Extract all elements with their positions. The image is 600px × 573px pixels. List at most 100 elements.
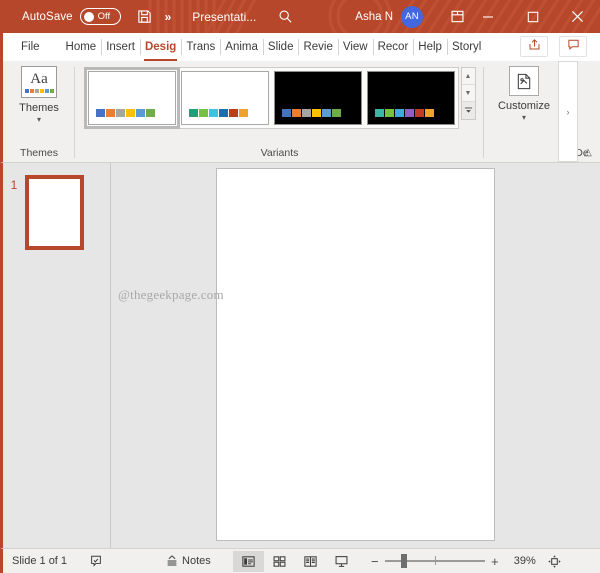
tab-help-label: Help bbox=[418, 41, 442, 53]
powerpoint-window: AutoSave Off » Presentati... Asha N AN F… bbox=[0, 0, 600, 573]
variants-group-label: Variants bbox=[260, 147, 299, 159]
zoom-in-icon[interactable]: + bbox=[487, 555, 503, 568]
customize-button[interactable]: Customize ▾ bbox=[484, 61, 564, 122]
themes-group-body: Aa Themes ▾ bbox=[3, 61, 75, 144]
variants-group-body: ▲ ▼ bbox=[75, 61, 484, 144]
title-bar: AutoSave Off » Presentati... Asha N AN bbox=[0, 0, 600, 33]
tab-storyline-label: Storyl bbox=[451, 41, 482, 53]
tab-view-label: View bbox=[342, 41, 368, 53]
autosave-toggle[interactable]: Off bbox=[79, 8, 121, 25]
user-name[interactable]: Asha N bbox=[355, 11, 393, 23]
ribbon-group-themes: Aa Themes ▾ Themes bbox=[3, 61, 75, 162]
zoom-handle[interactable] bbox=[400, 554, 407, 568]
ribbon-tabs: File Home Insert Desig Trans Anima Slide… bbox=[0, 33, 600, 61]
maximize-icon[interactable] bbox=[510, 0, 555, 33]
ribbon-group-customize: Customize ▾ bbox=[484, 61, 564, 162]
tab-slideshow[interactable]: Slide bbox=[262, 33, 299, 61]
tab-insert[interactable]: Insert bbox=[101, 33, 140, 61]
ribbon: Aa Themes ▾ Themes ▲ ▼ Variants Customiz… bbox=[0, 61, 600, 163]
variant-3-swatches bbox=[281, 109, 341, 117]
reading-view-icon[interactable] bbox=[295, 551, 326, 572]
slide-canvas[interactable] bbox=[216, 167, 495, 541]
tab-home-label: Home bbox=[65, 41, 97, 53]
more-commands-icon[interactable]: » bbox=[165, 11, 172, 23]
tab-design-label: Desig bbox=[144, 41, 177, 53]
slide-thumbnail-pane[interactable]: 1 bbox=[3, 163, 111, 548]
window-controls bbox=[465, 0, 600, 33]
close-icon[interactable] bbox=[555, 0, 600, 33]
zoom-track[interactable] bbox=[384, 554, 485, 568]
tab-animations-label: Anima bbox=[225, 41, 258, 53]
tab-transitions[interactable]: Trans bbox=[181, 33, 220, 61]
tab-design[interactable]: Desig bbox=[139, 33, 181, 61]
notes-icon bbox=[165, 554, 179, 568]
autosave-knob bbox=[83, 11, 94, 22]
search-icon[interactable] bbox=[278, 9, 293, 24]
tab-animations[interactable]: Anima bbox=[220, 33, 263, 61]
slide-canvas-area[interactable]: @thegeekpage.com bbox=[111, 163, 600, 548]
zoom-slider[interactable]: − + bbox=[367, 554, 503, 568]
themes-button-label: Themes bbox=[19, 102, 59, 114]
tab-record-label: Recor bbox=[377, 41, 409, 53]
zoom-level-label[interactable]: 39% bbox=[514, 555, 542, 567]
slide-count-label: Slide 1 of 1 bbox=[12, 555, 68, 567]
gallery-more-icon[interactable] bbox=[461, 102, 475, 119]
tab-slideshow-label: Slide bbox=[267, 41, 294, 53]
variants-gallery bbox=[83, 67, 459, 129]
share-icon bbox=[528, 38, 541, 56]
ribbon-display-options-icon[interactable] bbox=[450, 9, 465, 24]
notes-button[interactable]: Notes bbox=[165, 554, 211, 568]
customize-group-label bbox=[484, 144, 564, 162]
slideshow-icon[interactable] bbox=[326, 551, 357, 572]
chevron-down-icon[interactable]: ▾ bbox=[37, 116, 41, 124]
themes-aa-text: Aa bbox=[30, 70, 48, 87]
customize-button-label: Customize bbox=[498, 100, 550, 112]
watermark-text: @thegeekpage.com bbox=[118, 287, 224, 302]
notes-label: Notes bbox=[182, 555, 211, 567]
scroll-up-icon[interactable]: ▲ bbox=[461, 68, 475, 85]
workspace: 1 @thegeekpage.com bbox=[0, 163, 600, 548]
chevron-down-icon[interactable]: ▾ bbox=[522, 114, 526, 122]
zoom-out-icon[interactable]: − bbox=[367, 555, 383, 568]
overflow-chevron-icon: › bbox=[566, 106, 570, 117]
fit-slide-to-window-icon[interactable] bbox=[547, 554, 562, 569]
zoom-tick-100 bbox=[434, 556, 436, 565]
share-button[interactable] bbox=[520, 36, 548, 57]
variant-2-swatches bbox=[188, 109, 248, 117]
tab-storyline[interactable]: Storyl bbox=[446, 33, 486, 61]
slide-thumbnail-1[interactable] bbox=[25, 175, 84, 250]
comments-button[interactable] bbox=[559, 36, 587, 57]
variant-thumbnail-1[interactable] bbox=[83, 67, 180, 129]
tab-view[interactable]: View bbox=[337, 33, 373, 61]
tab-review-label: Revie bbox=[303, 41, 333, 53]
accessibility-checker-icon[interactable] bbox=[89, 554, 103, 568]
themes-button[interactable]: Aa Themes ▾ bbox=[3, 61, 75, 124]
variants-gallery-wrap: ▲ ▼ bbox=[75, 61, 484, 129]
save-icon[interactable] bbox=[137, 9, 152, 24]
normal-view-icon[interactable] bbox=[232, 550, 264, 572]
tab-record[interactable]: Recor bbox=[372, 33, 414, 61]
variant-thumbnail-2[interactable] bbox=[180, 71, 269, 125]
variant-4-swatches bbox=[374, 109, 434, 117]
scroll-down-icon[interactable]: ▼ bbox=[461, 85, 475, 102]
tab-home[interactable]: Home bbox=[61, 33, 102, 61]
tabstrip-spacer bbox=[486, 33, 520, 61]
comment-icon bbox=[567, 38, 580, 56]
autosave-label: AutoSave bbox=[22, 10, 73, 23]
variant-1-swatches bbox=[95, 109, 155, 117]
slide-sorter-icon[interactable] bbox=[264, 551, 295, 572]
variant-thumbnail-3[interactable] bbox=[273, 71, 362, 125]
customize-group-body: Customize ▾ bbox=[484, 61, 564, 144]
avatar[interactable]: AN bbox=[401, 5, 423, 28]
collapse-ribbon-button[interactable]: △ bbox=[580, 144, 596, 160]
ribbon-overflow-button[interactable]: › bbox=[558, 61, 578, 162]
document-title[interactable]: Presentati... bbox=[192, 10, 256, 24]
minimize-icon[interactable] bbox=[465, 0, 510, 33]
tab-review[interactable]: Revie bbox=[298, 33, 337, 61]
tab-help[interactable]: Help bbox=[413, 33, 447, 61]
variants-scroll-controls: ▲ ▼ bbox=[460, 67, 476, 120]
themes-icon-swatches bbox=[24, 88, 54, 93]
tab-file[interactable]: File bbox=[14, 33, 47, 61]
status-bar: Slide 1 of 1 Notes − + 39% bbox=[0, 548, 600, 573]
variant-thumbnail-4[interactable] bbox=[366, 71, 455, 125]
